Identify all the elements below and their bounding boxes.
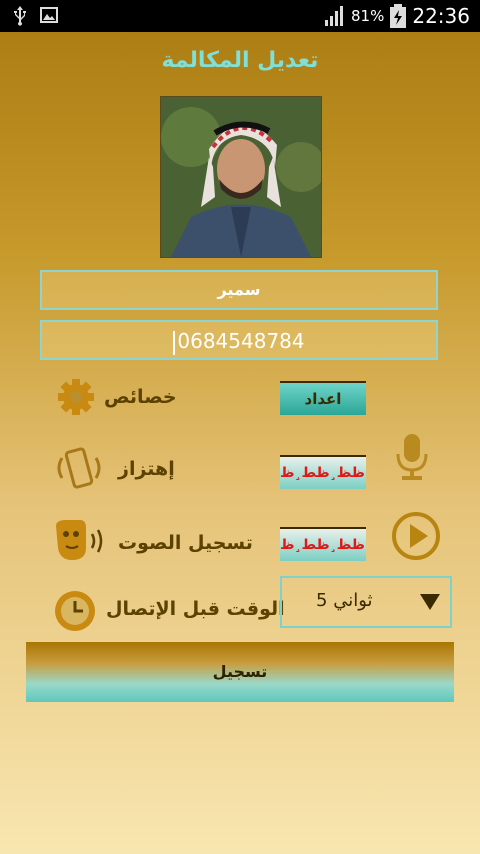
gear-icon: [58, 379, 94, 415]
vibrate-phone-icon: [57, 447, 101, 489]
phone-number-field[interactable]: 0684548784: [40, 320, 438, 360]
status-bar: 81% 22:36: [0, 0, 480, 32]
usb-icon: [14, 6, 26, 26]
contact-photo-illustration: [161, 97, 321, 257]
play-icon[interactable]: [390, 510, 442, 562]
vibration-label: إهتزاز: [118, 458, 175, 480]
phone-number-value: 0684548784: [177, 329, 305, 353]
contact-name-field[interactable]: سمير: [40, 270, 438, 310]
speaking-head-icon: [56, 520, 103, 560]
microphone-icon[interactable]: [392, 432, 432, 482]
contact-photo[interactable]: [160, 96, 322, 258]
battery-percent: 81%: [351, 7, 385, 25]
image-icon: [40, 7, 58, 23]
vibration-button[interactable]: ظ„ظظ¸ظط¸ظ„: [280, 455, 366, 489]
time-before-call-label: الوقت قبل الإتصال: [106, 598, 285, 620]
settings-button[interactable]: اعداد: [280, 381, 366, 415]
properties-label: خصائص: [104, 386, 177, 408]
battery-charging-icon: [390, 4, 407, 28]
dropdown-arrow-icon: [420, 594, 440, 610]
delay-select[interactable]: 5 ثواني: [280, 576, 452, 628]
clock-time: 22:36: [412, 4, 470, 28]
voice-record-label: تسجيل الصوت: [118, 532, 253, 554]
signal-icon: [325, 6, 344, 26]
text-cursor: [173, 330, 176, 355]
voice-record-button[interactable]: ظ„ظظ¸ظط¸ظ„: [280, 527, 366, 561]
delay-select-value: 5 ثواني: [316, 590, 373, 611]
save-button[interactable]: تسجيل: [26, 642, 454, 702]
clock-icon: [55, 591, 95, 631]
page-title: تعديل المكالمة: [161, 48, 319, 73]
